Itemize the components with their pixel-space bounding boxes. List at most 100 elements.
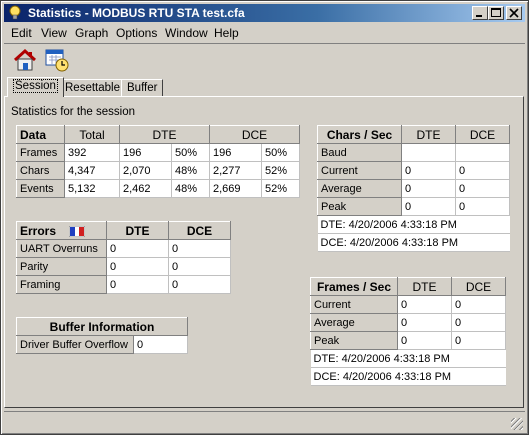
dte-pct-cell: 48%	[171, 179, 210, 198]
total-cell: 4,347	[64, 161, 120, 180]
home-button[interactable]	[12, 47, 38, 73]
table-row: Peak 0 0	[317, 197, 510, 216]
row-label: Current	[310, 295, 398, 314]
menu-window[interactable]: Window	[165, 26, 208, 40]
title-bar[interactable]: Statistics - MODBUS RTU STA test.cfa	[4, 4, 525, 22]
table-row: Frames 392 196 50% 196 50%	[16, 143, 300, 162]
minimize-button[interactable]	[472, 6, 488, 20]
table-row: Chars 4,347 2,070 48% 2,277 52%	[16, 161, 300, 180]
dte-cell: 0	[106, 275, 169, 294]
status-bar	[4, 411, 525, 432]
dce-cell: 0	[455, 161, 510, 180]
resize-grip[interactable]	[511, 418, 523, 430]
row-label: Average	[310, 313, 398, 332]
total-cell: 392	[64, 143, 120, 162]
row-label: Peak	[310, 331, 398, 350]
dte-cell: 0	[106, 257, 169, 276]
lightbulb-icon	[9, 5, 21, 20]
errors-table: Errors DTE DCE UART Overruns 0 0 Parity …	[16, 221, 231, 294]
tab-buffer[interactable]: Buffer	[121, 79, 164, 97]
home-icon	[13, 48, 37, 71]
dte-cell: 0	[106, 239, 169, 258]
dce-cell: 0	[451, 313, 506, 332]
dte-cell: 0	[401, 179, 456, 198]
chars-dce-timestamp: DCE: 4/20/2006 4:33:18 PM	[317, 233, 510, 252]
row-label: Parity	[16, 257, 107, 276]
chars-dte-header: DTE	[401, 125, 456, 144]
dte-header: DTE	[119, 125, 210, 144]
dte-cell: 0	[401, 197, 456, 216]
row-label: Chars	[16, 161, 65, 180]
frames-dte-timestamp: DTE: 4/20/2006 4:33:18 PM	[310, 349, 506, 368]
dce-cell: 0	[451, 295, 506, 314]
dce-cell: 0	[168, 275, 231, 294]
dte-cell	[401, 143, 456, 162]
close-button[interactable]	[506, 6, 522, 20]
dce-cell: 0	[455, 179, 510, 198]
dte-cell: 0	[401, 161, 456, 180]
table-row: Current 0 0	[310, 295, 506, 314]
menu-help[interactable]: Help	[214, 26, 239, 40]
frames-dce-header: DCE	[451, 277, 506, 296]
dce-cell: 0	[451, 331, 506, 350]
row-label: UART Overruns	[16, 239, 107, 258]
maximize-button[interactable]	[488, 6, 504, 20]
data-header: Data	[16, 125, 65, 144]
tab-session[interactable]: Session	[7, 77, 64, 97]
dte-pct-cell: 48%	[171, 161, 210, 180]
dce-cell: 0	[168, 257, 231, 276]
row-label: Framing	[16, 275, 107, 294]
dce-cell	[455, 143, 510, 162]
dte-cell: 0	[397, 313, 452, 332]
value-cell: 0	[133, 335, 188, 354]
table-row: Framing 0 0	[16, 275, 231, 294]
dte-cell: 0	[397, 331, 452, 350]
dce-cell: 0	[455, 197, 510, 216]
dce-cell: 196	[209, 143, 262, 162]
schedule-button[interactable]	[44, 47, 70, 73]
tab-resettable[interactable]: Resettable	[59, 79, 126, 97]
dte-cell: 0	[397, 295, 452, 314]
table-row: Driver Buffer Overflow 0	[16, 335, 188, 354]
dce-pct-cell: 50%	[261, 143, 300, 162]
errors-dte-header: DTE	[106, 221, 169, 240]
row-label: Driver Buffer Overflow	[16, 335, 134, 354]
table-row: UART Overruns 0 0	[16, 239, 231, 258]
total-header: Total	[64, 125, 120, 144]
frames-header: Frames / Sec	[310, 277, 398, 296]
row-label: Events	[16, 179, 65, 198]
row-label: Peak	[317, 197, 402, 216]
table-row: Parity 0 0	[16, 257, 231, 276]
menu-bar: Edit View Graph Options Window Help	[4, 23, 525, 42]
frames-dce-timestamp: DCE: 4/20/2006 4:33:18 PM	[310, 367, 506, 386]
chars-header: Chars / Sec	[317, 125, 402, 144]
row-label: Average	[317, 179, 402, 198]
dce-cell: 2,277	[209, 161, 262, 180]
table-row: Events 5,132 2,462 48% 2,669 52%	[16, 179, 300, 198]
table-row: Peak 0 0	[310, 331, 506, 350]
dte-cell: 2,462	[119, 179, 172, 198]
row-label: Current	[317, 161, 402, 180]
statistics-window: Statistics - MODBUS RTU STA test.cfa Edi…	[0, 0, 529, 435]
flag-icon[interactable]	[69, 225, 86, 237]
data-table: Data Total DTE DCE Frames 392 196 50% 19…	[16, 125, 300, 198]
dce-pct-cell: 52%	[261, 179, 300, 198]
errors-dce-header: DCE	[168, 221, 231, 240]
dce-pct-cell: 52%	[261, 161, 300, 180]
session-caption: Statistics for the session	[11, 106, 135, 118]
minimize-icon	[476, 15, 482, 17]
row-label: Baud	[317, 143, 402, 162]
close-icon	[509, 8, 519, 18]
errors-header-label: Errors	[20, 223, 57, 238]
menu-graph[interactable]: Graph	[75, 26, 108, 40]
menu-view[interactable]: View	[41, 26, 67, 40]
menu-edit[interactable]: Edit	[11, 26, 32, 40]
maximize-icon	[491, 8, 501, 17]
toolbar	[4, 43, 525, 75]
menu-options[interactable]: Options	[116, 26, 157, 40]
chars-dte-timestamp: DTE: 4/20/2006 4:33:18 PM	[317, 215, 510, 234]
window-title: Statistics - MODBUS RTU STA test.cfa	[28, 6, 245, 20]
table-row: Average 0 0	[310, 313, 506, 332]
dce-cell: 0	[168, 239, 231, 258]
chars-dce-header: DCE	[455, 125, 510, 144]
